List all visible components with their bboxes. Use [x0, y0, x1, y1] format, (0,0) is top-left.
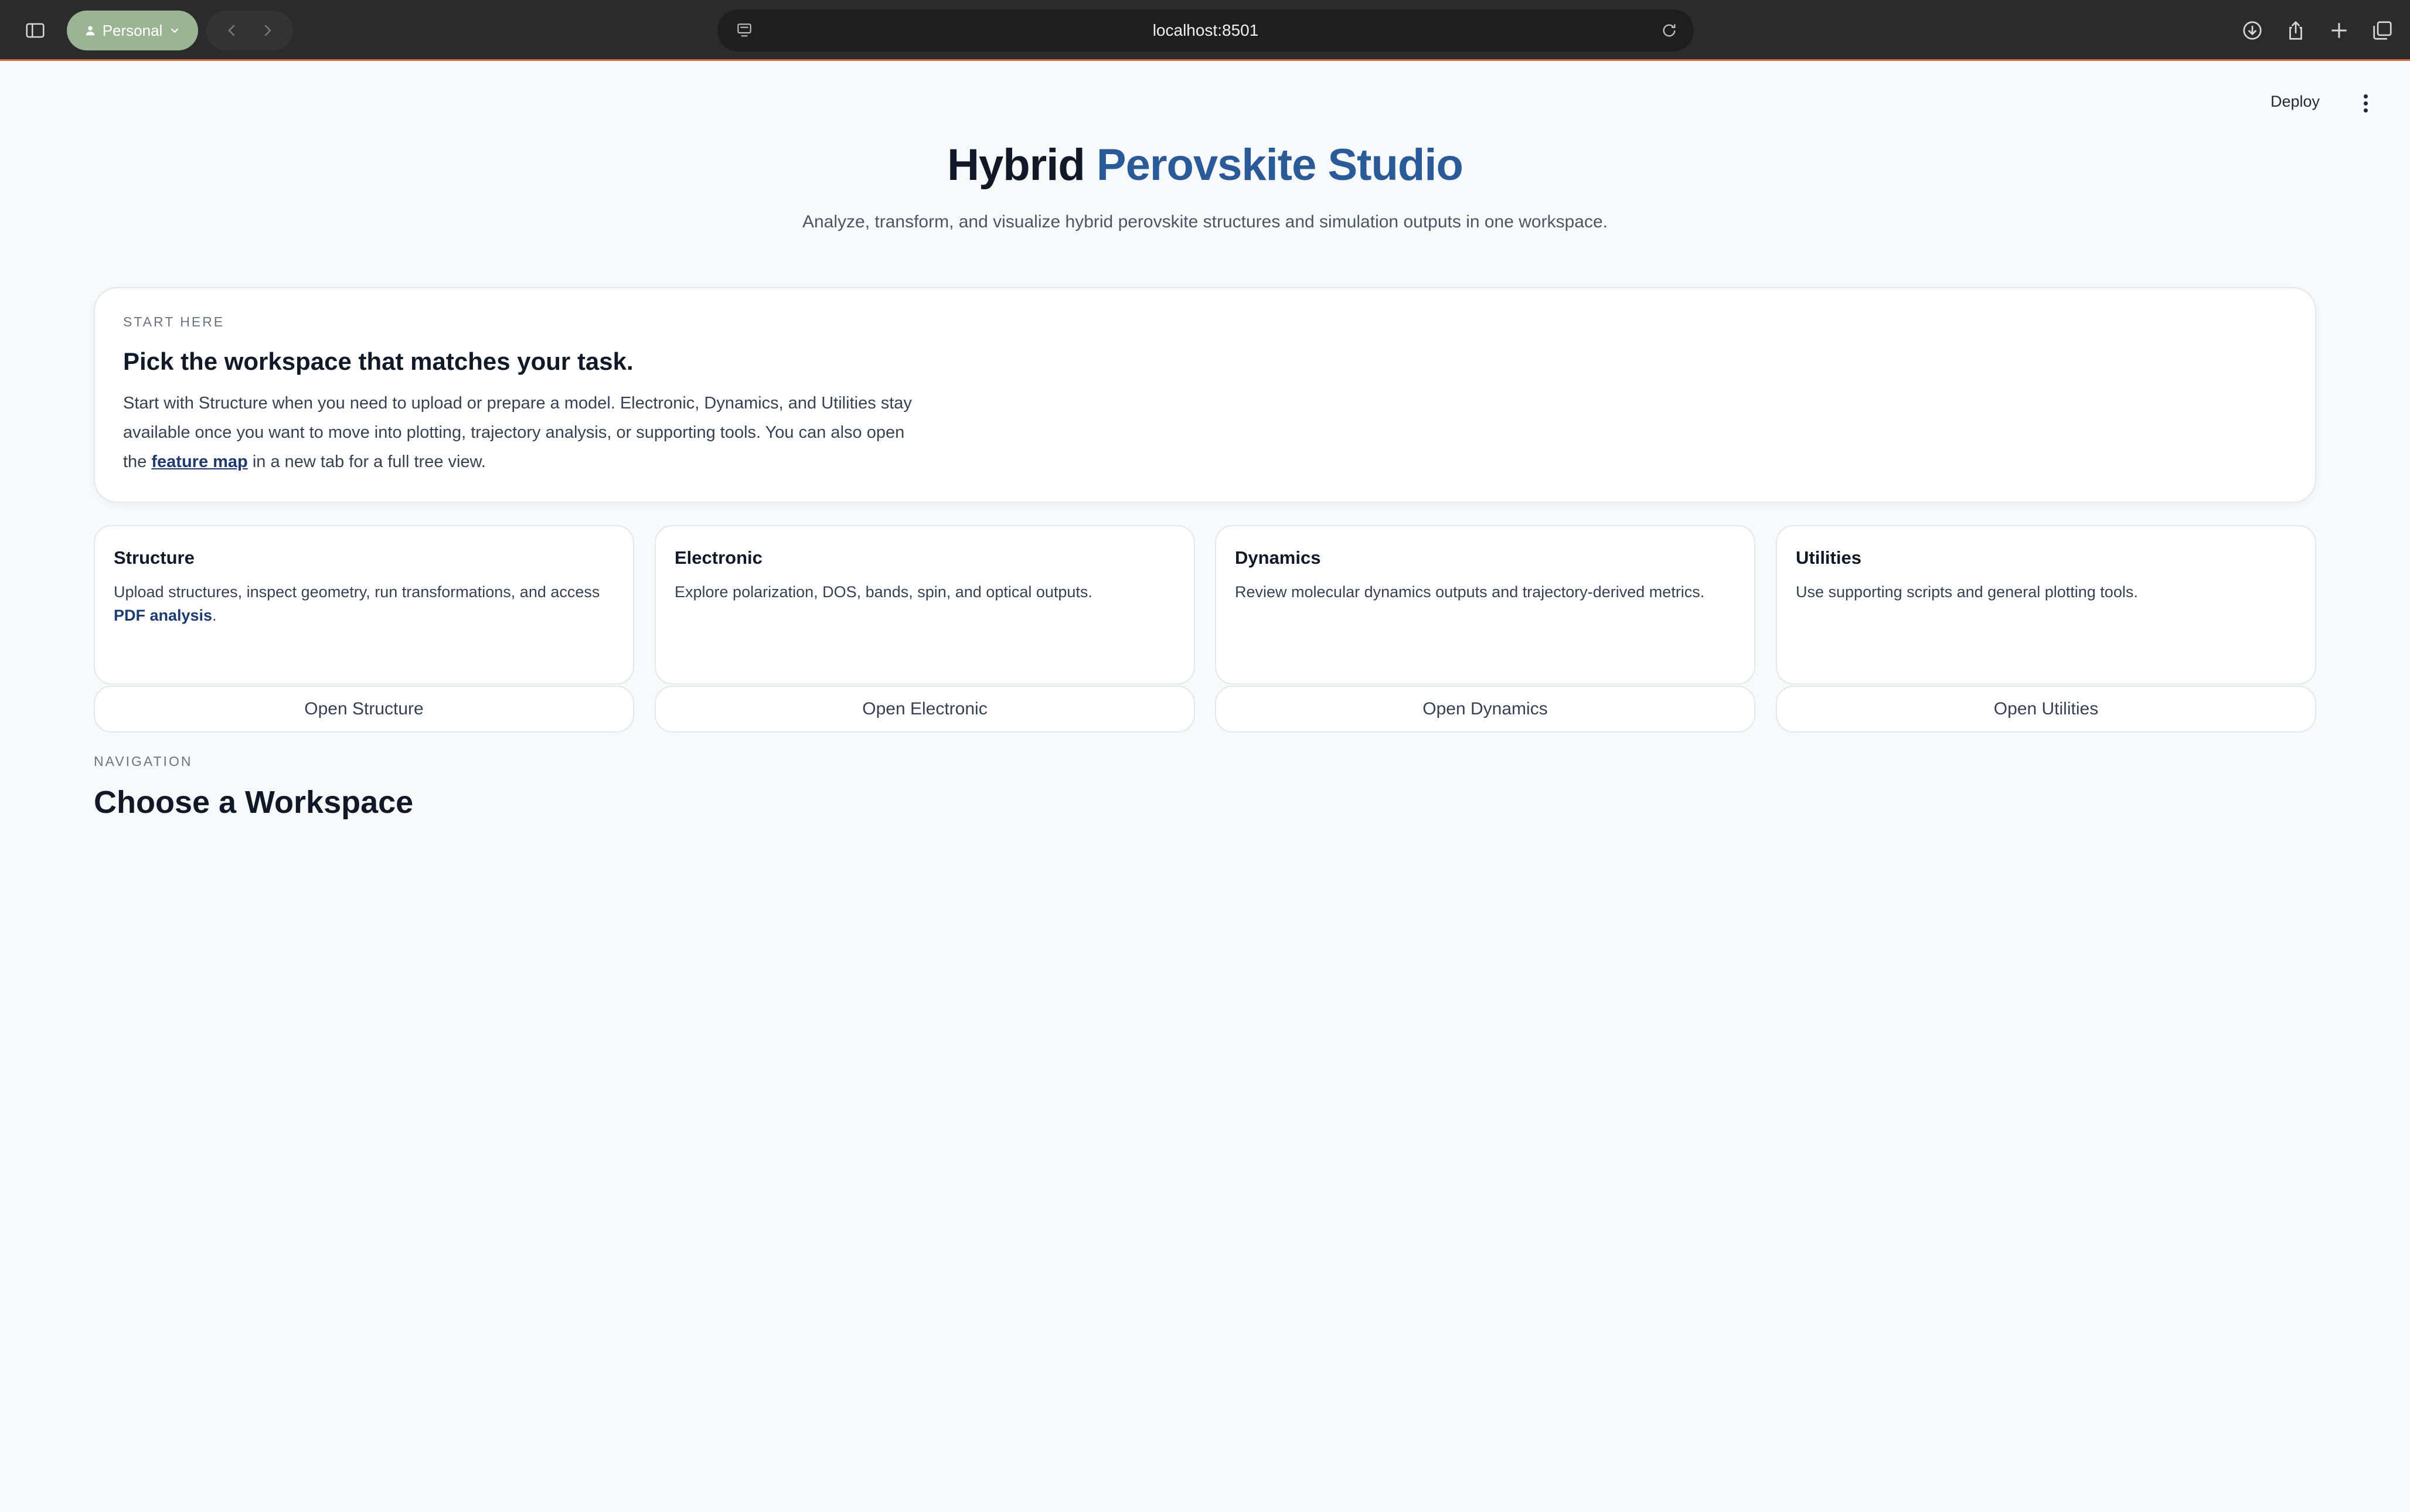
navigation-heading: Choose a Workspace	[94, 785, 414, 820]
card-description: Explore polarization, DOS, bands, spin, …	[675, 583, 1092, 601]
new-tab-button[interactable]	[2322, 13, 2356, 47]
card-description-text: Upload structures, inspect geometry, run…	[114, 583, 600, 601]
profile-label: Personal	[102, 21, 163, 39]
address-bar[interactable]: localhost:8501	[717, 9, 1694, 52]
kebab-menu-icon[interactable]	[2357, 89, 2374, 117]
open-electronic-button[interactable]: Open Electronic	[655, 686, 1195, 733]
tabs-overview-icon	[2373, 21, 2392, 40]
open-structure-button[interactable]: Open Structure	[94, 686, 634, 733]
forward-icon	[264, 25, 271, 36]
share-icon	[2289, 21, 2302, 40]
card-description-end: .	[212, 607, 217, 624]
workspace-card-dynamics: Dynamics Review molecular dynamics outpu…	[1215, 525, 1755, 685]
start-here-card: START HERE Pick the workspace that match…	[94, 287, 2316, 503]
workspace-card-utilities: Utilities Use supporting scripts and gen…	[1776, 525, 2316, 685]
start-body-text-end: in a new tab for a full tree view.	[247, 452, 486, 471]
title-accent: Perovskite Studio	[1096, 140, 1463, 190]
site-settings-icon[interactable]	[735, 21, 754, 40]
forward-button[interactable]	[258, 22, 276, 39]
url-text[interactable]: localhost:8501	[1153, 21, 1259, 40]
start-here-heading: Pick the workspace that matches your tas…	[123, 348, 634, 375]
sidebar-icon	[26, 23, 45, 38]
workspace-card-electronic: Electronic Explore polarization, DOS, ba…	[655, 525, 1195, 685]
toolbar-actions	[2235, 11, 2399, 50]
card-description: Use supporting scripts and general plott…	[1796, 583, 2138, 601]
card-title: Structure	[114, 547, 195, 568]
page-title: Hybrid Perovskite Studio	[0, 139, 2410, 190]
page-subtitle: Analyze, transform, and visualize hybrid…	[802, 212, 1608, 231]
card-description: Upload structures, inspect geometry, run…	[114, 580, 614, 627]
reload-icon[interactable]	[1660, 21, 1679, 40]
start-here-eyebrow: START HERE	[123, 314, 225, 329]
feature-map-link[interactable]: feature map	[151, 452, 247, 471]
history-nav	[206, 11, 293, 50]
pdf-analysis-link[interactable]: PDF analysis	[114, 607, 212, 624]
workspace-card-structure: Structure Upload structures, inspect geo…	[94, 525, 634, 685]
back-button[interactable]	[223, 22, 241, 39]
deploy-button[interactable]: Deploy	[2265, 89, 2326, 114]
profile-button[interactable]: Personal	[67, 11, 198, 50]
share-button[interactable]	[2279, 13, 2313, 47]
sidebar-toggle-button[interactable]	[14, 11, 56, 50]
title-plain: Hybrid	[947, 140, 1085, 190]
open-utilities-button[interactable]: Open Utilities	[1776, 686, 2316, 733]
card-title: Electronic	[675, 547, 763, 568]
download-icon	[2243, 21, 2262, 40]
browser-titlebar: Personal localhost:8501	[0, 0, 2410, 61]
start-here-body: Start with Structure when you need to up…	[123, 389, 932, 476]
card-title: Utilities	[1796, 547, 1861, 568]
new-tab-icon	[2331, 23, 2347, 38]
back-icon	[228, 25, 235, 36]
chevron-down-icon	[171, 28, 179, 33]
person-icon	[86, 26, 95, 36]
downloads-button[interactable]	[2235, 13, 2269, 47]
tabs-overview-button[interactable]	[2365, 13, 2399, 47]
open-dynamics-button[interactable]: Open Dynamics	[1215, 686, 1755, 733]
navigation-eyebrow: NAVIGATION	[94, 754, 193, 769]
card-description: Review molecular dynamics outputs and tr…	[1235, 583, 1705, 601]
card-title: Dynamics	[1235, 547, 1321, 568]
